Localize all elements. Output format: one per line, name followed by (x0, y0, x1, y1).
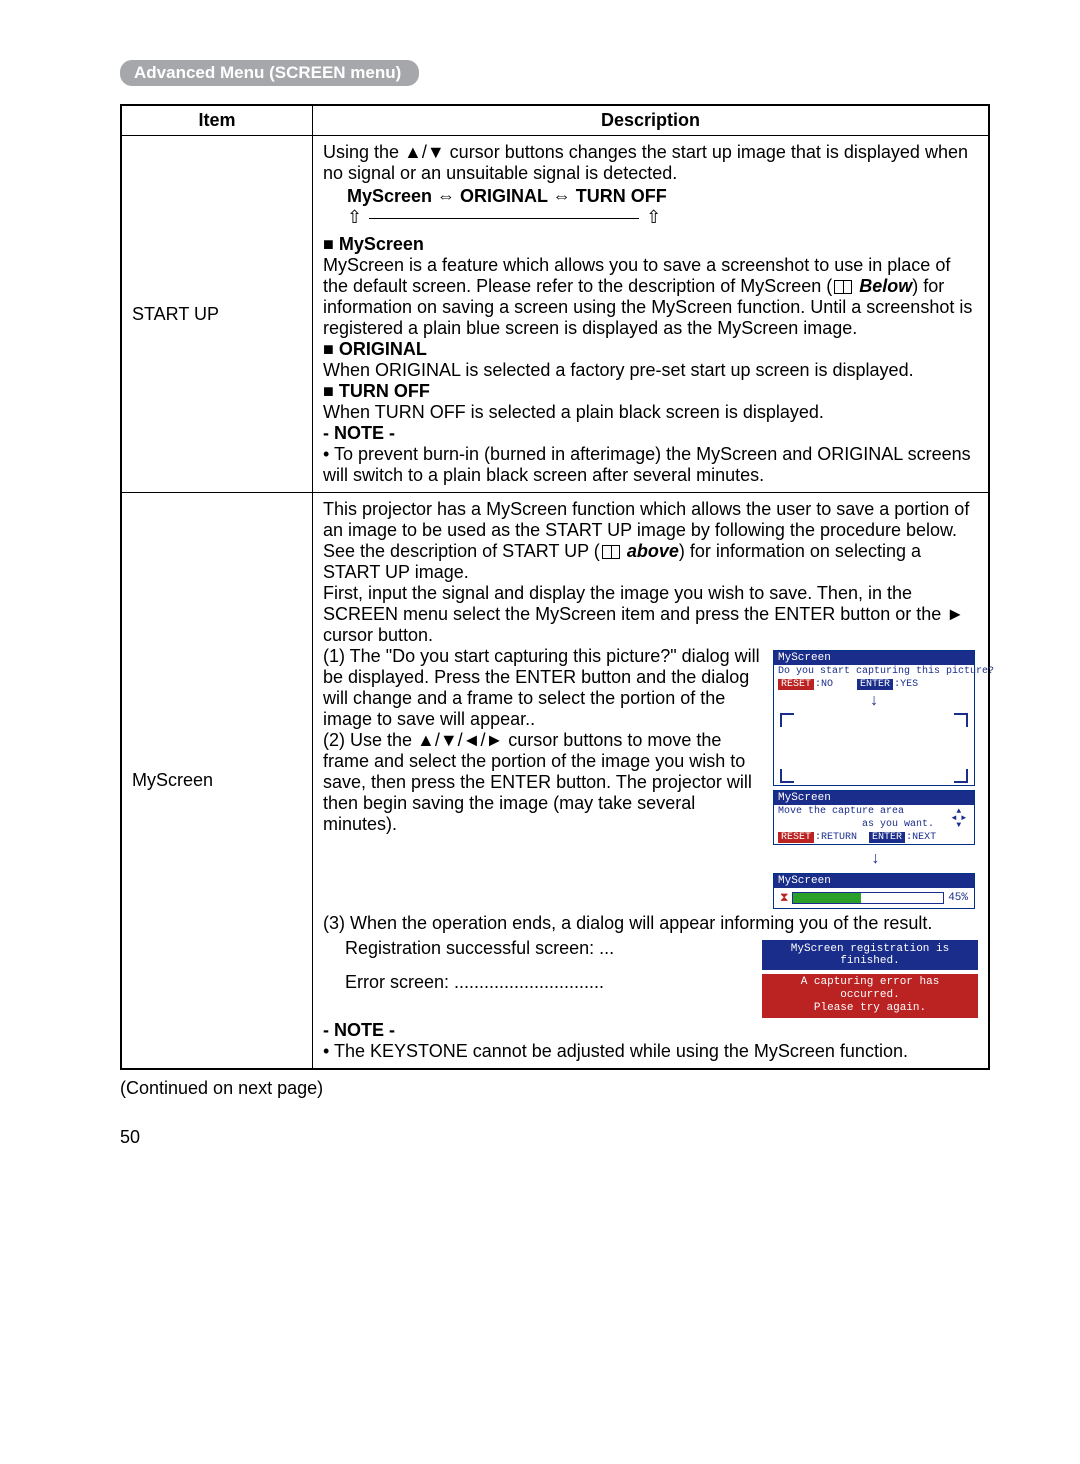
document-page: Advanced Menu (SCREEN menu) Item Descrip… (0, 0, 1080, 1188)
frame-corner-icon (780, 713, 794, 727)
arrow-up-right-icon: ⇧ (646, 207, 661, 227)
reset-button-label: RESET (778, 679, 814, 690)
dialog-progress: MyScreen ⧗ 45% (773, 873, 975, 909)
enter-button-label: ENTER (857, 679, 893, 690)
reset-value: :RETURN (815, 832, 857, 843)
dialog-error: A capturing error has occurred. Please t… (762, 974, 978, 1018)
error-label: Error screen: ..........................… (323, 972, 604, 993)
progress-bar (792, 892, 944, 904)
dialog-title: MyScreen (774, 651, 974, 665)
original-body: When ORIGINAL is selected a factory pre-… (323, 360, 978, 381)
frame-corner-icon (954, 713, 968, 727)
error-line1: A capturing error has occurred. (801, 976, 940, 1001)
arrow-down-icon: ↓ (774, 691, 974, 711)
dialog-capture-confirm: MyScreen Do you start capturing this pic… (773, 650, 975, 786)
original-heading: ORIGINAL (323, 339, 978, 360)
enter-button-label: ENTER (869, 832, 905, 843)
capture-frame (780, 713, 968, 783)
turnoff-heading: TURN OFF (323, 381, 978, 402)
dialog-title: MyScreen (774, 791, 974, 805)
header-description: Description (313, 105, 990, 136)
turnoff-body: When TURN OFF is selected a plain black … (323, 402, 978, 423)
note-heading: - NOTE - (323, 423, 978, 444)
step3: (3) When the operation ends, a dialog wi… (323, 913, 978, 934)
myscreen-intro: This projector has a MyScreen function w… (323, 499, 978, 583)
dpad-icon: ▲◄ ►▼ (952, 808, 966, 829)
dialog-success: MyScreen registration is finished. (762, 940, 978, 970)
myscreen-heading: MyScreen (323, 234, 978, 255)
book-icon (834, 280, 852, 294)
dialog-buttons: RESET:NO ENTER:YES (774, 678, 974, 691)
frame-corner-icon (780, 769, 794, 783)
section-header: Advanced Menu (SCREEN menu) (120, 60, 419, 86)
arrow-up-left-icon: ⇧ (347, 207, 362, 227)
header-item: Item (121, 105, 313, 136)
table-header-row: Item Description (121, 105, 989, 136)
above-ref: above (627, 541, 679, 561)
myscreen-body-1: MyScreen is a feature which allows you t… (323, 255, 950, 296)
move-line1: Move the capture area (778, 806, 904, 817)
arrow-down-icon: ↓ (773, 849, 978, 869)
registration-label: Registration successful screen: ... (323, 938, 614, 959)
table-row: START UP Using the ▲/▼ cursor buttons ch… (121, 136, 989, 493)
desc-myscreen: This projector has a MyScreen function w… (313, 493, 990, 1069)
enter-value: :NEXT (906, 832, 936, 843)
startup-intro: Using the ▲/▼ cursor buttons changes the… (323, 142, 978, 184)
dialog-buttons: RESET:RETURN ENTER:NEXT (774, 831, 974, 844)
cycle-arrows: ⇧ ⇧ (347, 207, 661, 228)
reset-button-label: RESET (778, 832, 814, 843)
below-ref: Below (859, 276, 912, 296)
dialog-line1: Move the capture area ▲◄ ►▼ (774, 805, 974, 818)
progress-fill (793, 893, 860, 903)
page-number: 50 (120, 1127, 990, 1148)
dialog-question: Do you start capturing this picture? (774, 665, 974, 678)
note-body: • The KEYSTONE cannot be adjusted while … (323, 1041, 978, 1062)
dialog-capture-move: MyScreen Move the capture area ▲◄ ►▼ as … (773, 790, 975, 845)
progress-row: ⧗ 45% (774, 888, 974, 908)
table-row: MyScreen This projector has a MyScreen f… (121, 493, 989, 1069)
note-body: • To prevent burn-in (burned in afterima… (323, 444, 978, 486)
dialog-title: MyScreen (774, 874, 974, 888)
frame-corner-icon (954, 769, 968, 783)
item-label-startup: START UP (121, 136, 313, 493)
continued-label: (Continued on next page) (120, 1078, 990, 1099)
dialog-line2: as you want. (774, 818, 974, 831)
book-icon (602, 545, 620, 559)
enter-value: :YES (894, 679, 918, 690)
reset-value: :NO (815, 679, 833, 690)
menu-table: Item Description START UP Using the ▲/▼ … (120, 104, 990, 1070)
hourglass-icon: ⧗ (780, 891, 788, 905)
item-label-myscreen: MyScreen (121, 493, 313, 1069)
startup-cycle: MyScreen ⇔ ORIGINAL ⇔ TURN OFF (347, 186, 978, 207)
myscreen-first: First, input the signal and display the … (323, 583, 978, 646)
note-heading: - NOTE - (323, 1020, 978, 1041)
error-line2: Please try again. (814, 1002, 926, 1014)
desc-startup: Using the ▲/▼ cursor buttons changes the… (313, 136, 990, 493)
progress-percent: 45% (948, 892, 968, 904)
myscreen-body: MyScreen is a feature which allows you t… (323, 255, 978, 339)
cycle-line (369, 218, 639, 219)
step1: (1) The "Do you start capturing this pic… (323, 646, 765, 730)
step2: (2) Use the ▲/▼/◄/► cursor buttons to mo… (323, 730, 765, 835)
